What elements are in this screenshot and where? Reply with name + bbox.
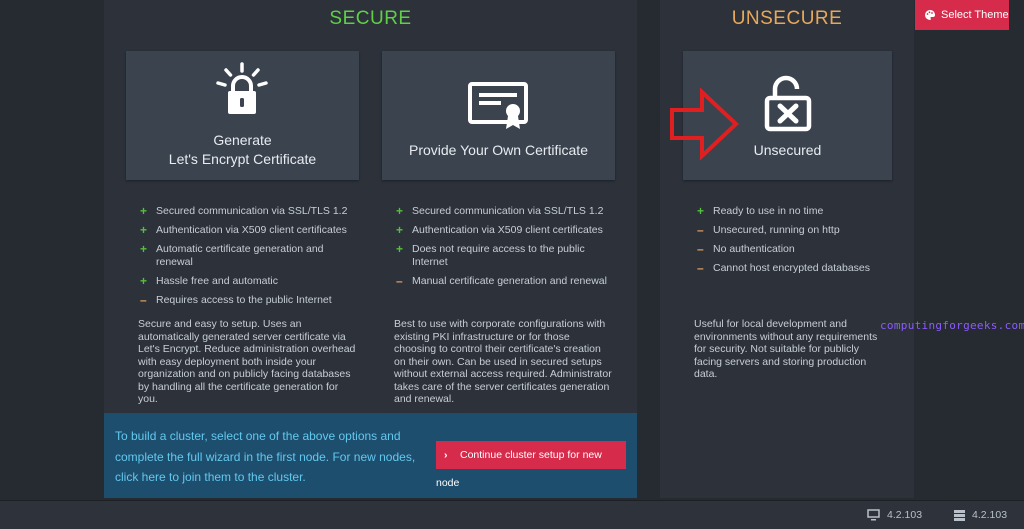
lock-sparkle-icon xyxy=(216,62,268,114)
unsecure-title: UNSECURE xyxy=(731,8,843,29)
own-certificate-description: Best to use with corporate configuration… xyxy=(394,318,612,405)
lets-encrypt-card-label-line2: Let's Encrypt Certificate xyxy=(168,151,317,167)
list-item: + Hassle free and automatic xyxy=(140,274,278,288)
lets-encrypt-card-label-line1: Generate xyxy=(213,132,272,148)
list-item: + Automatic certificate generation and re… xyxy=(140,242,324,269)
monitor-icon[interactable] xyxy=(867,509,880,521)
status-bar: 4.2.103 4.2.103 xyxy=(0,500,1024,529)
unsecure-panel: UNSECURE Unsecured + Ready to use in no t… xyxy=(660,0,914,498)
minus-icon: – xyxy=(140,293,147,307)
lets-encrypt-option-card[interactable]: Generate Let's Encrypt Certificate xyxy=(126,51,359,180)
own-certificate-option-card[interactable]: Provide Your Own Certificate xyxy=(382,51,615,180)
continue-cluster-setup-button[interactable]: › Continue cluster setup for new node xyxy=(436,441,626,489)
list-item: – No authentication xyxy=(697,242,795,256)
list-item: + Authentication via X509 client certific… xyxy=(396,223,603,237)
open-lock-x-icon xyxy=(764,75,812,132)
client-version: 4.2.103 xyxy=(887,509,923,521)
select-theme-button[interactable]: Select Theme xyxy=(915,0,1009,30)
plus-icon: + xyxy=(396,204,404,218)
unsecured-description: Useful for local development and environ… xyxy=(694,318,878,380)
unsecured-feature-list: + Ready to use in no time – Unsecured, run… xyxy=(695,205,895,281)
list-item: + Ready to use in no time xyxy=(697,204,824,218)
plus-icon: + xyxy=(697,204,705,218)
list-item: – Manual certificate generation and renew… xyxy=(396,274,607,288)
plus-icon: + xyxy=(140,204,148,218)
watermark-text: computingforgeeks.com xyxy=(880,319,1024,332)
list-item: + Secured communication via SSL/TLS 1.2 xyxy=(140,204,348,218)
list-item: – Unsecured, running on http xyxy=(697,223,840,237)
list-item: – Cannot host encrypted databases xyxy=(697,261,871,275)
chevron-right-icon: › xyxy=(444,449,448,461)
select-theme-label: Select Theme xyxy=(941,9,1009,21)
lets-encrypt-description: Secure and easy to setup. Uses an automa… xyxy=(138,318,356,405)
cluster-setup-bar: To build a cluster, select one of the ab… xyxy=(104,413,637,498)
continue-cluster-setup-label: Continue cluster setup for new node xyxy=(436,449,602,489)
list-item: – Requires access to the public Internet xyxy=(140,293,332,307)
red-arrow-annotation xyxy=(670,88,739,160)
plus-icon: + xyxy=(140,274,148,288)
plus-icon: + xyxy=(140,223,148,237)
certificate-icon xyxy=(468,82,528,129)
plus-icon: + xyxy=(140,242,148,256)
lets-encrypt-feature-list: + Secured communication via SSL/TLS 1.2 +… xyxy=(138,205,353,313)
list-item: + Authentication via X509 client certific… xyxy=(140,223,347,237)
server-icon[interactable] xyxy=(954,510,965,521)
minus-icon: – xyxy=(697,242,704,256)
list-item: + Secured communication via SSL/TLS 1.2 xyxy=(396,204,604,218)
own-certificate-feature-list: + Secured communication via SSL/TLS 1.2 +… xyxy=(394,205,609,294)
minus-icon: – xyxy=(697,261,704,275)
plus-icon: + xyxy=(396,242,404,256)
server-version: 4.2.103 xyxy=(972,509,1008,521)
list-item: + Does not require access to the public I… xyxy=(396,242,585,269)
palette-icon xyxy=(925,10,935,20)
cluster-setup-text[interactable]: To build a cluster, select one of the ab… xyxy=(115,426,433,488)
minus-icon: – xyxy=(697,223,704,237)
plus-icon: + xyxy=(396,223,404,237)
own-certificate-card-label: Provide Your Own Certificate xyxy=(409,142,588,158)
minus-icon: – xyxy=(396,274,403,288)
secure-title: SECURE xyxy=(329,8,412,29)
